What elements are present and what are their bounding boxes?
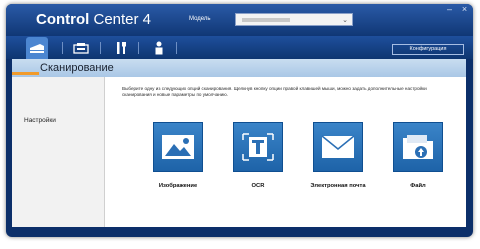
- image-icon: [162, 135, 194, 159]
- tab-divider: [176, 42, 177, 54]
- title-bar: Control Center 4 Модель ⌄ – ×: [6, 4, 473, 36]
- scan-file-label: Файл: [410, 183, 426, 189]
- section-title: Сканирование: [40, 62, 114, 74]
- ocr-text-icon: [242, 133, 274, 161]
- tab-divider: [62, 42, 63, 54]
- scanner-icon: [30, 44, 44, 53]
- scan-email-label: Электронная почта: [310, 183, 366, 189]
- tab-divider: [100, 42, 101, 54]
- section-accent-bar: [12, 72, 39, 75]
- close-icon[interactable]: ×: [461, 5, 468, 14]
- app-window: Control Center 4 Модель ⌄ – × Конфигурац…: [6, 4, 473, 237]
- scan-image-label: Изображение: [158, 183, 198, 189]
- tab-device-settings[interactable]: [110, 38, 132, 57]
- tab-divider: [138, 42, 139, 54]
- model-value: [242, 18, 290, 22]
- model-select[interactable]: ⌄: [235, 13, 353, 26]
- sidebar: Настройки: [12, 77, 105, 227]
- configuration-button[interactable]: Конфигурация: [392, 44, 464, 55]
- tools-icon: [117, 41, 126, 54]
- scan-ocr-button[interactable]: [233, 122, 283, 172]
- photo-printer-icon: [73, 42, 89, 54]
- tab-photo[interactable]: [70, 38, 92, 57]
- app-title: Control Center 4: [36, 11, 152, 28]
- sidebar-item-settings[interactable]: Настройки: [24, 117, 56, 124]
- scan-ocr-label: OCR: [251, 183, 265, 189]
- folder-upload-icon: [403, 135, 433, 159]
- chevron-down-icon: ⌄: [342, 17, 348, 24]
- scan-description: Выберите одну из следующих опций сканиро…: [122, 86, 427, 97]
- scan-file-button[interactable]: [393, 122, 443, 172]
- scan-image-button[interactable]: [153, 122, 203, 172]
- envelope-icon: [321, 135, 355, 158]
- section-header: Сканирование: [12, 59, 466, 77]
- scan-email-button[interactable]: [313, 122, 363, 172]
- tab-scan[interactable]: [26, 37, 48, 59]
- model-label: Модель: [189, 16, 211, 22]
- person-icon: [155, 41, 163, 54]
- tab-support[interactable]: [148, 38, 170, 57]
- main-panel: Сканирование Настройки Выберите одну из …: [12, 59, 466, 227]
- minimize-icon[interactable]: –: [446, 5, 453, 14]
